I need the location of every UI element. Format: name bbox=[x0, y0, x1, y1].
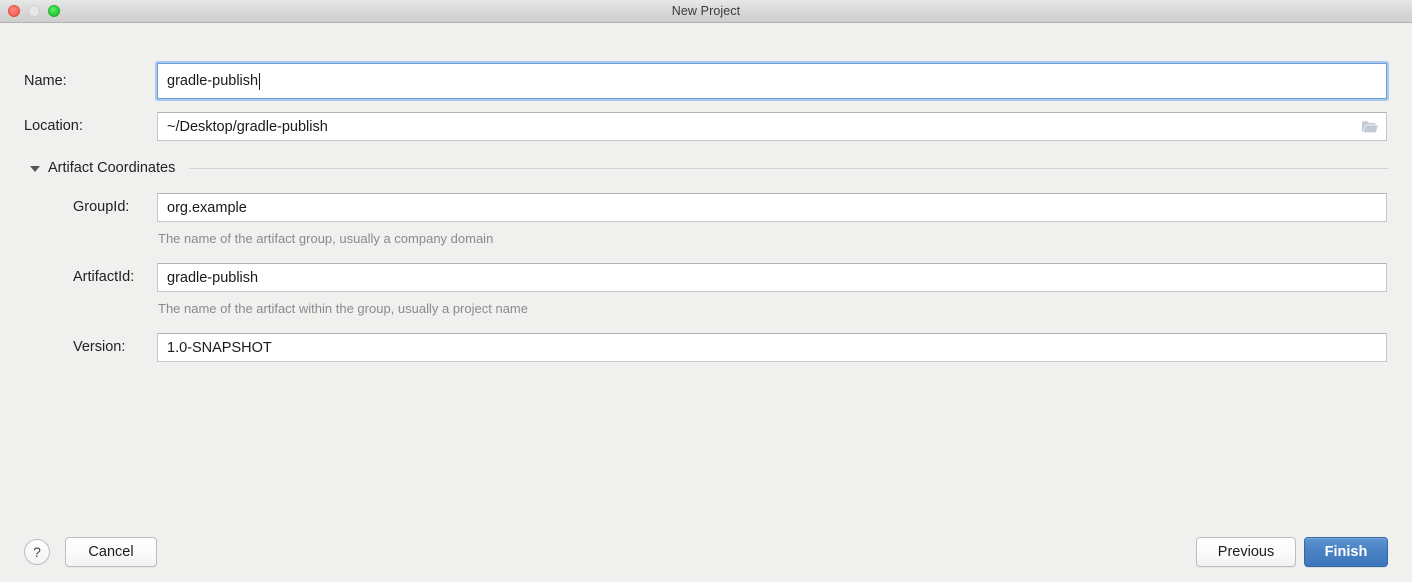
groupid-input[interactable]: org.example bbox=[157, 193, 1387, 222]
window-traffic-lights bbox=[8, 0, 60, 22]
window-titlebar: New Project bbox=[0, 0, 1412, 23]
close-button[interactable] bbox=[8, 5, 20, 17]
window-title: New Project bbox=[671, 4, 741, 18]
artifactid-input[interactable]: gradle-publish bbox=[157, 263, 1387, 292]
artifactid-hint: The name of the artifact within the grou… bbox=[158, 301, 528, 316]
name-input-value: gradle-publish bbox=[167, 73, 259, 89]
help-button[interactable]: ? bbox=[24, 539, 50, 565]
artifact-coordinates-section-header[interactable]: Artifact Coordinates bbox=[30, 159, 1388, 177]
previous-button[interactable]: Previous bbox=[1196, 537, 1296, 567]
artifactid-input-value: gradle-publish bbox=[167, 269, 259, 286]
name-label: Name: bbox=[24, 73, 67, 89]
location-input-value: ~/Desktop/gradle-publish bbox=[167, 118, 328, 135]
dialog-content: Name: gradle-publish Location: ~/Desktop… bbox=[0, 23, 1412, 582]
triangle-down-icon[interactable] bbox=[30, 165, 40, 172]
folder-icon[interactable] bbox=[1360, 119, 1380, 135]
cancel-button[interactable]: Cancel bbox=[65, 537, 157, 567]
section-separator bbox=[189, 167, 1388, 169]
zoom-button[interactable] bbox=[48, 5, 60, 17]
groupid-hint: The name of the artifact group, usually … bbox=[158, 231, 494, 246]
groupid-input-value: org.example bbox=[167, 199, 247, 216]
version-input-value: 1.0-SNAPSHOT bbox=[167, 339, 272, 356]
text-caret bbox=[259, 72, 261, 90]
finish-button[interactable]: Finish bbox=[1304, 537, 1388, 567]
location-input[interactable]: ~/Desktop/gradle-publish bbox=[157, 112, 1387, 141]
minimize-button[interactable] bbox=[28, 5, 40, 17]
version-label: Version: bbox=[73, 339, 126, 355]
groupid-label: GroupId: bbox=[73, 199, 130, 215]
artifact-coordinates-title: Artifact Coordinates bbox=[48, 160, 176, 176]
new-project-dialog: New Project Name: gradle-publish Locatio… bbox=[0, 0, 1412, 582]
artifactid-label: ArtifactId: bbox=[73, 269, 135, 285]
location-label: Location: bbox=[24, 118, 83, 134]
version-input[interactable]: 1.0-SNAPSHOT bbox=[157, 333, 1387, 362]
name-input[interactable]: gradle-publish bbox=[157, 63, 1387, 99]
dialog-footer: ? Cancel Previous Finish bbox=[0, 518, 1412, 582]
